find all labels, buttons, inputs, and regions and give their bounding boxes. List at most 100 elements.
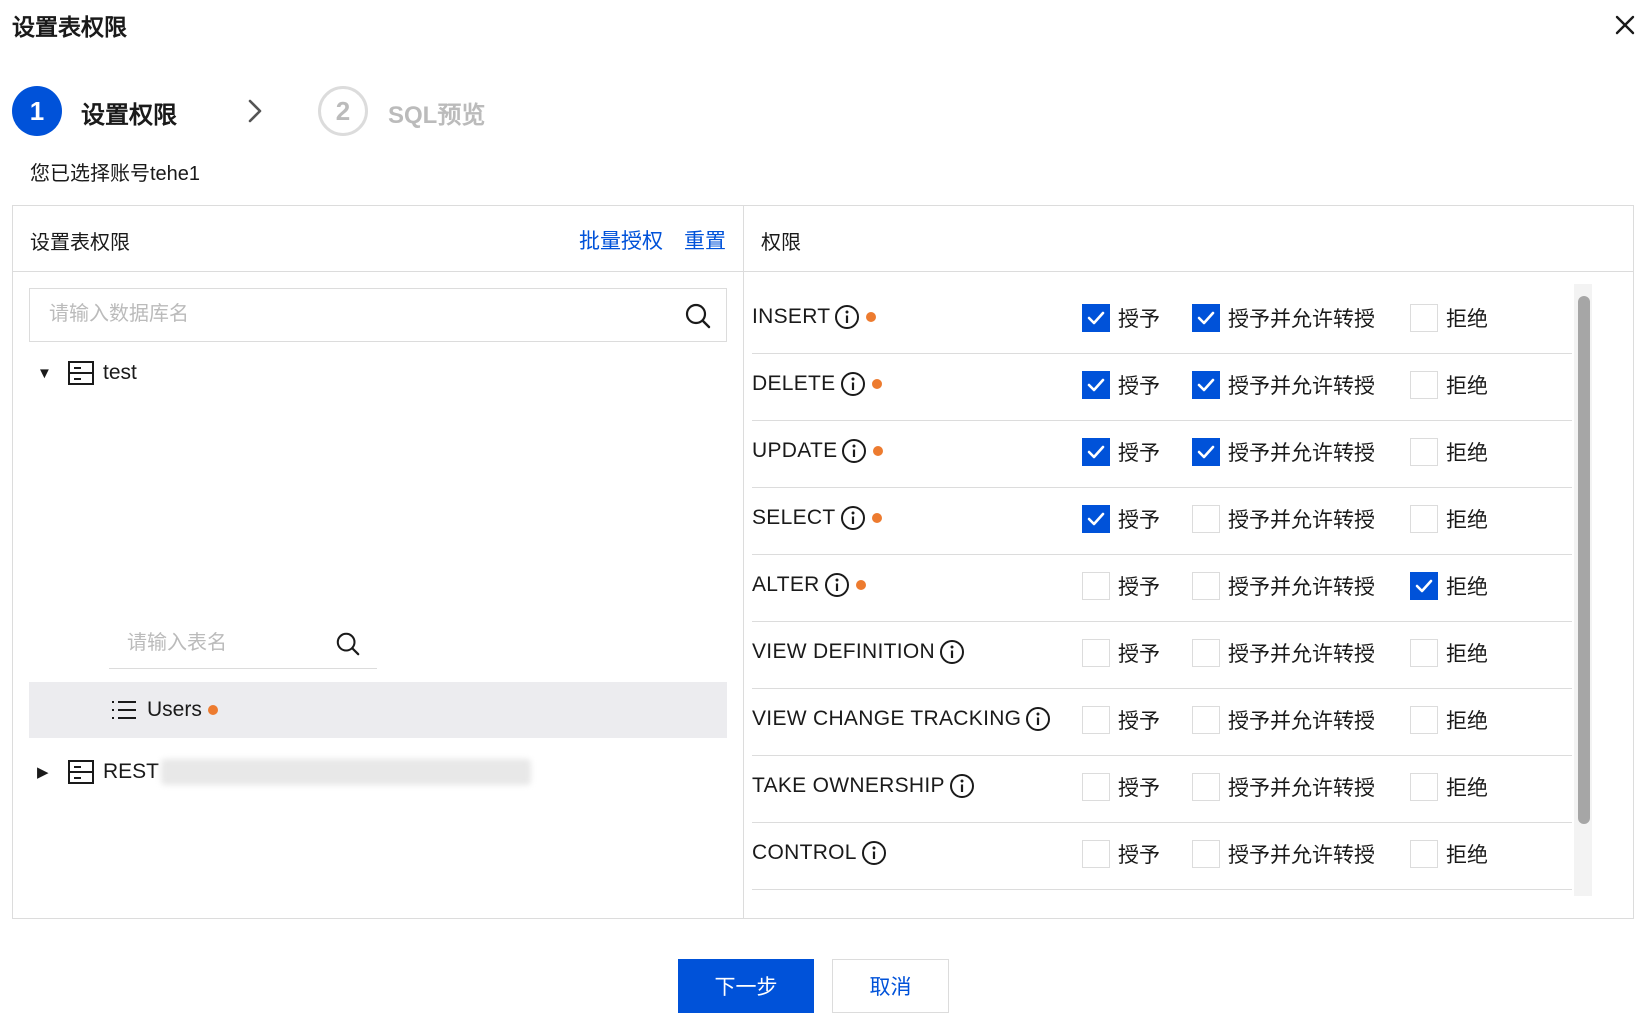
checkbox-grant-with[interactable]: 授予并允许转授 (1192, 504, 1375, 534)
tree-node-test[interactable]: ▼ test (37, 353, 137, 393)
checkbox-unchecked[interactable] (1410, 304, 1438, 332)
info-icon[interactable] (939, 639, 965, 665)
permission-label: ALTER (752, 573, 820, 596)
scrollbar-thumb[interactable] (1578, 296, 1590, 824)
caret-down-icon[interactable]: ▼ (37, 365, 67, 382)
checkbox-unchecked[interactable] (1192, 639, 1220, 667)
checkbox-grant-with[interactable]: 授予并允许转授 (1192, 705, 1375, 735)
checkbox-label: 授予并允许转授 (1228, 576, 1375, 599)
checkbox-deny[interactable]: 拒绝 (1410, 839, 1488, 869)
checkbox-deny[interactable]: 拒绝 (1410, 303, 1488, 333)
checkbox-checked[interactable] (1082, 371, 1110, 399)
checkbox-grant[interactable]: 授予 (1082, 370, 1160, 400)
checkbox-unchecked[interactable] (1410, 639, 1438, 667)
right-panel-title: 权限 (761, 232, 801, 254)
checkbox-unchecked[interactable] (1192, 505, 1220, 533)
checkbox-unchecked[interactable] (1082, 639, 1110, 667)
checkbox-unchecked[interactable] (1082, 773, 1110, 801)
info-icon[interactable] (840, 371, 866, 397)
checkbox-deny[interactable]: 拒绝 (1410, 504, 1488, 534)
info-icon[interactable] (840, 505, 866, 531)
checkbox-grant[interactable]: 授予 (1082, 571, 1160, 601)
checkbox-unchecked[interactable] (1410, 840, 1438, 868)
checkbox-checked[interactable] (1192, 371, 1220, 399)
info-icon[interactable] (841, 438, 867, 464)
checkbox-unchecked[interactable] (1082, 840, 1110, 868)
checkbox-deny[interactable]: 拒绝 (1410, 571, 1488, 601)
checkbox-unchecked[interactable] (1410, 505, 1438, 533)
cancel-button[interactable]: 取消 (832, 959, 949, 1013)
checkbox-grant[interactable]: 授予 (1082, 705, 1160, 735)
permission-name: VIEW DEFINITION (752, 639, 965, 665)
checkbox-unchecked[interactable] (1192, 706, 1220, 734)
checkbox-unchecked[interactable] (1410, 438, 1438, 466)
checkbox-unchecked[interactable] (1192, 572, 1220, 600)
checkbox-checked[interactable] (1410, 572, 1438, 600)
tree-node-rest[interactable]: ▶ REST (37, 752, 532, 792)
checkbox-grant-with[interactable]: 授予并允许转授 (1192, 772, 1375, 802)
checkbox-deny[interactable]: 拒绝 (1410, 705, 1488, 735)
checkbox-checked[interactable] (1082, 505, 1110, 533)
permission-label: TAKE OWNERSHIP (752, 774, 945, 797)
checkbox-label: 授予并允许转授 (1228, 375, 1375, 398)
checkbox-unchecked[interactable] (1410, 773, 1438, 801)
checkbox-unchecked[interactable] (1192, 840, 1220, 868)
next-button[interactable]: 下一步 (678, 959, 814, 1013)
database-search-input[interactable] (30, 289, 630, 339)
checkbox-checked[interactable] (1192, 304, 1220, 332)
info-icon[interactable] (824, 572, 850, 598)
reset-link[interactable]: 重置 (684, 225, 726, 255)
checkbox-unchecked[interactable] (1410, 371, 1438, 399)
search-icon[interactable] (684, 302, 712, 330)
search-icon[interactable] (335, 631, 361, 657)
checkbox-grant[interactable]: 授予 (1082, 437, 1160, 467)
redacted-text (161, 759, 532, 785)
checkbox-grant[interactable]: 授予 (1082, 303, 1160, 333)
permission-label: SELECT (752, 506, 836, 529)
checkbox-label: 拒绝 (1446, 844, 1488, 867)
tree-node-users[interactable]: Users (29, 682, 727, 738)
caret-right-icon[interactable]: ▶ (37, 763, 67, 781)
checkbox-grant[interactable]: 授予 (1082, 504, 1160, 534)
checkbox-label: 拒绝 (1446, 442, 1488, 465)
checkbox-deny[interactable]: 拒绝 (1410, 370, 1488, 400)
permission-name: ALTER (752, 572, 866, 598)
checkmark-icon (1197, 311, 1215, 325)
checkbox-checked[interactable] (1082, 304, 1110, 332)
checkbox-unchecked[interactable] (1410, 706, 1438, 734)
checkbox-grant-with[interactable]: 授予并允许转授 (1192, 638, 1375, 668)
close-icon[interactable] (1612, 12, 1638, 38)
checkbox-label: 授予 (1118, 375, 1160, 398)
checkbox-label: 授予并允许转授 (1228, 442, 1375, 465)
panel-divider (743, 206, 744, 918)
permission-name: VIEW CHANGE TRACKING (752, 706, 1051, 732)
checkbox-grant[interactable]: 授予 (1082, 772, 1160, 802)
checkbox-label: 授予并允许转授 (1228, 710, 1375, 733)
checkbox-grant-with[interactable]: 授予并允许转授 (1192, 839, 1375, 869)
checkbox-grant-with[interactable]: 授予并允许转授 (1192, 571, 1375, 601)
checkbox-grant-with[interactable]: 授予并允许转授 (1192, 370, 1375, 400)
checkbox-unchecked[interactable] (1192, 773, 1220, 801)
checkmark-icon (1087, 311, 1105, 325)
checkbox-grant[interactable]: 授予 (1082, 638, 1160, 668)
checkbox-grant[interactable]: 授予 (1082, 839, 1160, 869)
checkbox-label: 授予并允许转授 (1228, 844, 1375, 867)
checkbox-label: 拒绝 (1446, 710, 1488, 733)
table-search-input[interactable] (109, 619, 319, 667)
checkbox-deny[interactable]: 拒绝 (1410, 437, 1488, 467)
checkbox-deny[interactable]: 拒绝 (1410, 772, 1488, 802)
info-icon[interactable] (949, 773, 975, 799)
info-icon[interactable] (834, 304, 860, 330)
info-icon[interactable] (861, 840, 887, 866)
checkbox-unchecked[interactable] (1082, 706, 1110, 734)
permission-row: INSERT 授予 授予并允许转授 拒绝 (752, 286, 1572, 354)
checkbox-deny[interactable]: 拒绝 (1410, 638, 1488, 668)
info-icon[interactable] (1025, 706, 1051, 732)
checkbox-unchecked[interactable] (1082, 572, 1110, 600)
checkbox-label: 授予 (1118, 509, 1160, 532)
checkbox-checked[interactable] (1192, 438, 1220, 466)
batch-grant-link[interactable]: 批量授权 (579, 225, 663, 255)
checkbox-grant-with[interactable]: 授予并允许转授 (1192, 437, 1375, 467)
checkbox-checked[interactable] (1082, 438, 1110, 466)
checkbox-grant-with[interactable]: 授予并允许转授 (1192, 303, 1375, 333)
